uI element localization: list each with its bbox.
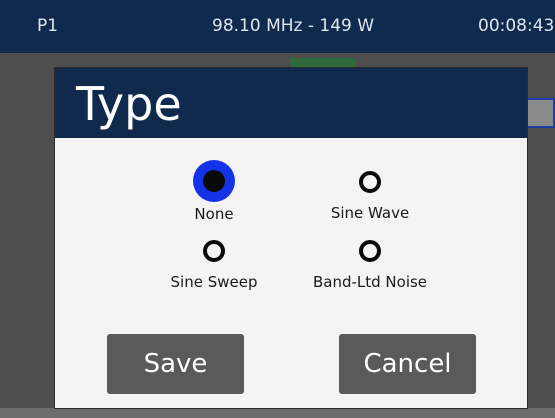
background-strip — [0, 408, 555, 418]
option-sine-wave[interactable]: Sine Wave — [290, 171, 450, 222]
type-dialog: Type None Sine Wave Sine Sweep Band-Ltd … — [55, 68, 527, 408]
option-label-none: None — [194, 205, 234, 223]
radio-selected-icon[interactable] — [193, 160, 235, 202]
save-button[interactable]: Save — [107, 334, 244, 394]
radio-unselected-icon[interactable] — [203, 240, 225, 262]
radio-unselected-icon[interactable] — [359, 171, 381, 193]
dialog-title: Type — [76, 77, 182, 131]
frequency-power-readout: 98.10 MHz - 149 W — [212, 16, 375, 36]
radio-dot — [203, 170, 225, 192]
option-label-sine-sweep: Sine Sweep — [170, 273, 258, 291]
background-control — [524, 98, 555, 128]
clock: 00:08:43 — [478, 16, 555, 36]
option-label-sine-wave: Sine Wave — [330, 204, 410, 222]
option-label-band-ltd-noise: Band-Ltd Noise — [312, 273, 428, 291]
radio-unselected-icon[interactable] — [359, 240, 381, 262]
status-bar: P1 98.10 MHz - 149 W 00:08:43 — [0, 0, 555, 53]
cancel-button[interactable]: Cancel — [339, 334, 476, 394]
option-sine-sweep[interactable]: Sine Sweep — [134, 240, 294, 291]
dialog-header: Type — [55, 68, 527, 138]
option-none[interactable]: None — [134, 160, 294, 223]
option-band-ltd-noise[interactable]: Band-Ltd Noise — [290, 240, 450, 291]
device-screen: P1 98.10 MHz - 149 W 00:08:43 Type None … — [0, 0, 555, 418]
preset-indicator: P1 — [37, 16, 59, 36]
